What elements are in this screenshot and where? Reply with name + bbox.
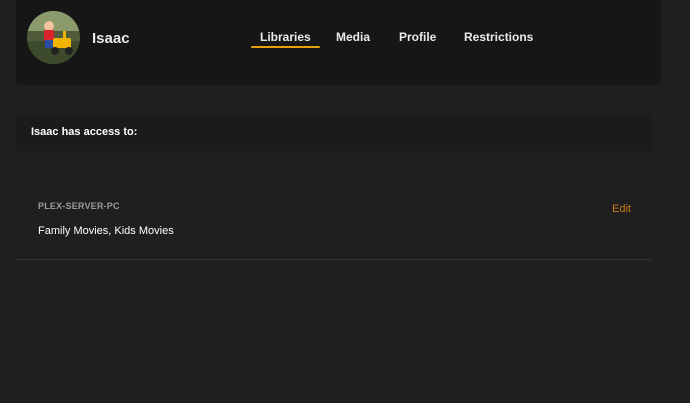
edit-button[interactable]: Edit: [612, 203, 631, 215]
access-heading: Isaac has access to:: [31, 126, 138, 138]
tab-profile[interactable]: Profile: [399, 30, 436, 44]
server-row: PLEX-SERVER-PC Family Movies, Kids Movie…: [16, 185, 652, 260]
server-name: PLEX-SERVER-PC: [38, 201, 120, 211]
tab-restrictions[interactable]: Restrictions: [464, 30, 533, 44]
access-heading-bar: Isaac has access to:: [16, 115, 652, 151]
tab-libraries[interactable]: Libraries: [251, 30, 320, 48]
shared-libraries: Family Movies, Kids Movies: [38, 225, 174, 237]
avatar-photo: [27, 11, 80, 64]
user-header: Isaac Libraries Media Profile Restrictio…: [16, 0, 661, 85]
avatar: [27, 11, 80, 64]
username: Isaac: [92, 30, 130, 47]
tab-media[interactable]: Media: [336, 30, 370, 44]
